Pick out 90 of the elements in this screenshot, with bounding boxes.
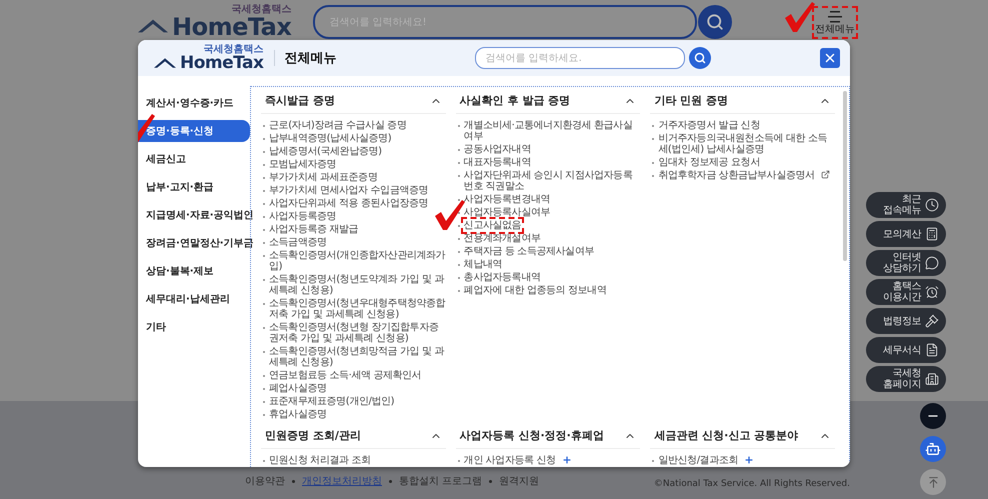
menu-link[interactable]: 사업자등록사실여부 — [464, 207, 550, 218]
menu-link[interactable]: 소득확인증명서(개인종합자산관리계좌가입) — [269, 250, 446, 272]
menu-link[interactable]: 전용계좌개설여부 — [464, 233, 540, 244]
menu-link[interactable]: 민원신청 처리결과 조회 — [269, 455, 371, 466]
menu-link[interactable]: 취업후학자금 상환금납부사실증명서 — [658, 170, 815, 181]
menu-link[interactable]: 근로(자녀)장려금 수급사실 증명 — [269, 120, 406, 131]
menu-link[interactable]: 사업자등록증 재발급 — [269, 224, 358, 235]
logo-tagline: 국세청홈택스 — [204, 44, 264, 54]
menu-link[interactable]: 사업자등록증명 — [269, 211, 336, 222]
building-icon — [925, 372, 939, 386]
logo-wordmark: HomeTax — [180, 54, 264, 72]
copyright-text: ©National Tax Service. All Rights Reserved. — [654, 479, 850, 489]
menu-link[interactable]: 폐업자에 대한 업종등의 정보내역 — [464, 285, 606, 296]
menu-link[interactable]: 총사업자등록내역 — [464, 272, 540, 283]
menu-link[interactable]: 납세증명서(국세완납증명) — [269, 146, 382, 157]
sidebar-item[interactable]: 세무대리·납세관리 — [138, 288, 250, 310]
sidebar-item[interactable]: 증명·등록·신청 — [138, 120, 250, 142]
menu-link[interactable]: 신고사실없음 — [464, 220, 522, 231]
menu-link[interactable]: 개인 사업자등록 신청 — [464, 455, 556, 466]
menu-link[interactable]: 거주자증명서 발급 신청 — [658, 120, 760, 131]
close-icon — [823, 51, 837, 65]
menu-link[interactable]: 소득확인증명서(청년도약계좌 가입 및 과세특례 신청용) — [269, 274, 446, 296]
menu-link[interactable]: 부가가치세 과세표준증명 — [269, 172, 378, 183]
menu-link[interactable]: 폐업사실증명 — [269, 383, 327, 394]
close-button[interactable] — [820, 48, 840, 68]
search-button[interactable] — [698, 5, 732, 39]
check-mark-icon — [782, 0, 816, 34]
menu-link[interactable]: 소득확인증명서(청년형 장기집합투자증권저축 가입 및 과세특례 신청용) — [269, 322, 446, 344]
menu-link[interactable]: 사업자단위과세 승인시 지점사업자등록번호 직권말소 — [464, 170, 640, 192]
clock-icon — [925, 198, 939, 212]
sidebar-item[interactable]: 세금신고 — [138, 148, 250, 170]
sidebar-item[interactable]: 계산서·영수증·카드 — [138, 92, 250, 114]
menu-link[interactable]: 체납내역 — [464, 259, 502, 270]
search-icon — [694, 52, 706, 64]
sidebar-item[interactable]: 기타 — [138, 316, 250, 338]
house-roof-icon — [154, 58, 176, 68]
section-title: 세금관련 신청·신고 공통분야 — [654, 428, 798, 443]
section-title: 기타 민원 증명 — [654, 93, 728, 108]
menu-link[interactable]: 임대차 정보제공 요청서 — [658, 157, 760, 168]
menu-link[interactable]: 소득확인증명서(청년희망적금 가입 및 과세특례 신청용) — [269, 346, 446, 368]
menu-link[interactable]: 모범납세자증명 — [269, 159, 336, 170]
menu-link[interactable]: 소득금액증명 — [269, 237, 327, 248]
logo-wordmark: HomeTax — [172, 15, 292, 39]
sidebar-item[interactable]: 지급명세·자료·공익법인 — [138, 204, 250, 226]
quick-menu-button[interactable]: 법령정보 — [866, 308, 946, 334]
menu-link[interactable]: 사업자단위과세 적용 종된사업장증명 — [269, 198, 428, 209]
calculator-icon — [925, 227, 939, 241]
section-title: 즉시발급 증명 — [265, 93, 335, 108]
menu-search-field[interactable]: 검색어를 입력하세요. — [474, 47, 684, 69]
document-icon — [925, 343, 939, 357]
plus-icon[interactable] — [562, 455, 572, 465]
quick-menu-button[interactable]: 국세청 홈페이지 — [866, 366, 946, 392]
menu-link[interactable]: 휴업사실증명 — [269, 409, 327, 420]
quick-menu-button[interactable]: 인터넷 상담하기 — [866, 250, 946, 276]
quick-menu-button[interactable]: 세무서식 — [866, 337, 946, 363]
logo-tagline: 국세청홈택스 — [231, 5, 292, 15]
menu-link[interactable]: 개별소비세·교통에너지환경세 환급사실여부 — [464, 120, 640, 142]
menu-icon — [827, 10, 843, 24]
house-roof-icon — [138, 19, 168, 33]
quick-menu-button[interactable]: 홈택스 이용시간 — [866, 279, 946, 305]
section-title: 사실확인 후 발급 증명 — [460, 93, 570, 108]
arrow-up-icon — [926, 476, 940, 488]
external-link-icon — [820, 170, 830, 179]
menu-link[interactable]: 연금보험료등 소득·세액 공제확인서 — [269, 370, 422, 381]
menu-link[interactable]: 비거주자등의국내원천소득에 대한 소득세(법인세) 납세사실증명 — [658, 133, 835, 155]
menu-link[interactable]: 대표자등록내역 — [464, 157, 531, 168]
menu-link[interactable]: 공동사업자내역 — [464, 144, 531, 155]
all-menu-button[interactable]: 전체메뉴 — [812, 6, 858, 38]
menu-link[interactable]: 일반신청/결과조회 — [658, 455, 738, 466]
sidebar-item[interactable]: 상담·불복·제보 — [138, 260, 250, 282]
menu-link[interactable]: 사업자등록변경내역 — [464, 194, 550, 205]
menu-link[interactable]: 납부내역증명(납세사실증명) — [269, 133, 392, 144]
quick-menu-button[interactable]: 모의계산 — [866, 221, 946, 247]
menu-link[interactable]: 주택자금 등 소득공제사실여부 — [464, 246, 594, 257]
sidebar-item[interactable]: 납부·고지·환급 — [138, 176, 250, 198]
menu-link[interactable]: 표준재무제표증명(개인/법인) — [269, 396, 394, 407]
search-button[interactable] — [688, 47, 710, 69]
menu-link[interactable]: 소득확인증명서(청년우대형주택청약종합저축 가입 및 과세특례 신청용) — [269, 298, 446, 320]
search-icon — [706, 13, 724, 31]
gavel-icon — [925, 314, 939, 328]
scrollbar-thumb[interactable] — [843, 91, 847, 261]
section-title: 민원증명 조회/관리 — [265, 428, 361, 443]
quick-menu-button[interactable]: 최근 접속메뉴 — [866, 192, 946, 218]
dialog-title: 전체메뉴 — [284, 50, 336, 67]
plus-icon[interactable] — [744, 455, 754, 465]
chat-bubble-icon — [925, 256, 939, 270]
alarm-clock-icon — [925, 285, 939, 299]
menu-link[interactable]: 부가가치세 면세사업자 수입금액증명 — [269, 185, 428, 196]
section-title: 사업자등록 신청·정정·휴폐업 — [460, 428, 604, 443]
robot-icon — [925, 441, 941, 457]
